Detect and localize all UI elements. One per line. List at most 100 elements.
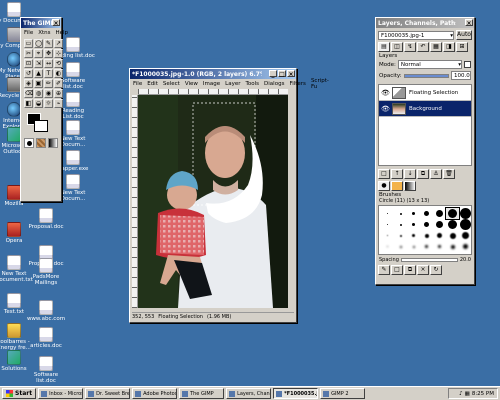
brush-preset[interactable]	[446, 219, 459, 230]
brush-preset[interactable]	[407, 219, 420, 230]
image-selector-dropdown[interactable]: F1000035.jpg-1 ▾	[378, 30, 454, 40]
tool-button-icon[interactable]: ⊹	[54, 49, 63, 58]
brush-preset[interactable]	[445, 207, 460, 220]
tool-button-icon[interactable]: ⌖	[34, 49, 43, 58]
duplicate-layer-button[interactable]: ⧉	[417, 169, 429, 179]
tool-button-icon[interactable]: ↔	[44, 59, 53, 68]
close-icon[interactable]: ×	[52, 19, 60, 27]
volume-icon[interactable]: ♪	[459, 391, 463, 397]
undo-tab[interactable]: ↶	[417, 42, 429, 52]
image-menu-item[interactable]: Dialogs	[264, 81, 284, 87]
pattern-tab[interactable]	[391, 181, 403, 191]
image-menu-item[interactable]: Tools	[245, 81, 259, 87]
tool-button-icon[interactable]: ◐	[54, 69, 63, 78]
desktop-icon[interactable]: PadsMore Mailings	[24, 258, 68, 286]
image-menu-item[interactable]: Image	[203, 81, 220, 87]
tool-button-icon[interactable]: ⟲	[54, 59, 63, 68]
brush-preset[interactable]	[459, 241, 472, 252]
layers-tab[interactable]: ▤	[378, 42, 390, 52]
tool-button-icon[interactable]: ◯	[34, 39, 43, 48]
tool-button-icon[interactable]: ✏	[44, 79, 53, 88]
brush-preset[interactable]	[433, 230, 446, 241]
toolbox-titlebar[interactable]: The GIMP ×	[21, 18, 61, 28]
brush-preset[interactable]	[459, 230, 472, 241]
brush-duplicate-button[interactable]: ⧉	[404, 265, 416, 275]
brush-preset[interactable]	[433, 241, 446, 252]
toolbox-menu-item[interactable]: Help	[56, 30, 69, 36]
gradient-indicator[interactable]	[48, 138, 58, 148]
tool-button-icon[interactable]: ⇲	[34, 59, 43, 68]
delete-layer-button[interactable]: 🗑	[443, 169, 455, 179]
layer-row[interactable]: 👁 Background	[379, 101, 471, 117]
brush-preset[interactable]	[381, 219, 394, 230]
taskbar-button[interactable]: *F1000035.jpg...	[273, 388, 319, 399]
tool-button-icon[interactable]: ✐	[54, 79, 63, 88]
opacity-slider[interactable]	[403, 73, 449, 78]
lower-layer-button[interactable]: ↓	[404, 169, 416, 179]
brush-preset[interactable]	[459, 219, 472, 230]
network-icon[interactable]: ▦	[465, 391, 470, 397]
brush-preset[interactable]	[446, 230, 459, 241]
brush-preset[interactable]	[420, 219, 433, 230]
desktop-icon[interactable]: Proposal.doc	[24, 208, 68, 230]
layer-row[interactable]: 👁 Floating Selection	[379, 85, 471, 101]
image-menu-item[interactable]: View	[185, 81, 198, 87]
tool-button-icon[interactable]: ↺	[24, 69, 33, 78]
tab-5[interactable]: ▦	[430, 42, 442, 52]
brush-preset[interactable]	[420, 208, 433, 219]
brush-preset[interactable]	[394, 241, 407, 252]
tool-button-icon[interactable]: ◧	[24, 99, 33, 108]
brush-preset[interactable]	[433, 219, 446, 230]
anchor-layer-button[interactable]: ⚓	[430, 169, 442, 179]
brush-preset[interactable]	[381, 208, 394, 219]
spacing-slider[interactable]	[400, 258, 458, 262]
brush-preset[interactable]	[420, 230, 433, 241]
mode-dropdown[interactable]: Normal ▾	[397, 60, 462, 69]
tool-button-icon[interactable]: ⊕	[54, 89, 63, 98]
tool-button-icon[interactable]: ✂	[24, 49, 33, 58]
image-menu-item[interactable]: Filters	[289, 81, 306, 87]
paths-tab[interactable]: ↯	[404, 42, 416, 52]
brush-new-button[interactable]: □	[391, 265, 403, 275]
maximize-icon[interactable]: □	[278, 70, 286, 78]
brush-edit-button[interactable]: ✎	[378, 265, 390, 275]
taskbar-button[interactable]: GIMP 2	[320, 388, 366, 399]
desktop-icon[interactable]: articles.doc	[24, 327, 68, 349]
close-icon[interactable]: ×	[465, 19, 473, 27]
brush-preset[interactable]	[381, 230, 394, 241]
tool-button-icon[interactable]: ⌫	[24, 89, 33, 98]
image-menu-item[interactable]: Layer	[225, 81, 240, 87]
brush-delete-button[interactable]: ×	[417, 265, 429, 275]
keep-transparency-checkbox[interactable]	[464, 61, 471, 68]
taskbar-button[interactable]: Inbox - Microsoft...	[38, 388, 84, 399]
start-button[interactable]: Start	[2, 388, 37, 399]
tool-button-icon[interactable]: T	[44, 69, 53, 78]
tool-button-icon[interactable]: ◉	[44, 89, 53, 98]
tool-button-icon[interactable]: ✎	[44, 39, 53, 48]
brush-preset[interactable]	[446, 241, 459, 252]
desktop-icon[interactable]: www.abc.com	[24, 300, 68, 322]
tool-button-icon[interactable]: ◍	[34, 89, 43, 98]
image-menu-item[interactable]: Select	[163, 81, 180, 87]
brush-preset[interactable]	[459, 208, 472, 219]
auto-button[interactable]: Auto	[456, 30, 472, 40]
image-menu-item[interactable]: Edit	[147, 81, 158, 87]
brush-tab[interactable]: ●	[378, 181, 390, 191]
opacity-input[interactable]: 100.0	[451, 71, 471, 80]
gradient-tab[interactable]	[404, 181, 416, 191]
tool-button-icon[interactable]: ◈	[24, 79, 33, 88]
eye-icon[interactable]: 👁	[381, 89, 390, 97]
brush-preset[interactable]	[394, 219, 407, 230]
brush-refresh-button[interactable]: ↻	[430, 265, 442, 275]
brush-preset[interactable]	[420, 241, 433, 252]
image-titlebar[interactable]: *F1000035.jpg-1.0 (RGB, 2 layers) 6.7% _…	[130, 69, 296, 79]
desktop-icon[interactable]: Software list.doc	[24, 356, 68, 384]
brush-preset[interactable]	[407, 230, 420, 241]
brush-preset[interactable]	[433, 208, 446, 219]
tab-7[interactable]: ⊞	[456, 42, 468, 52]
brush-preset[interactable]	[407, 208, 420, 219]
channels-tab[interactable]: ◫	[391, 42, 403, 52]
taskbar-button[interactable]: Layers, Channel...	[226, 388, 272, 399]
tool-button-icon[interactable]: ▣	[34, 79, 43, 88]
image-menu-item[interactable]: Script-Fu	[311, 78, 329, 90]
